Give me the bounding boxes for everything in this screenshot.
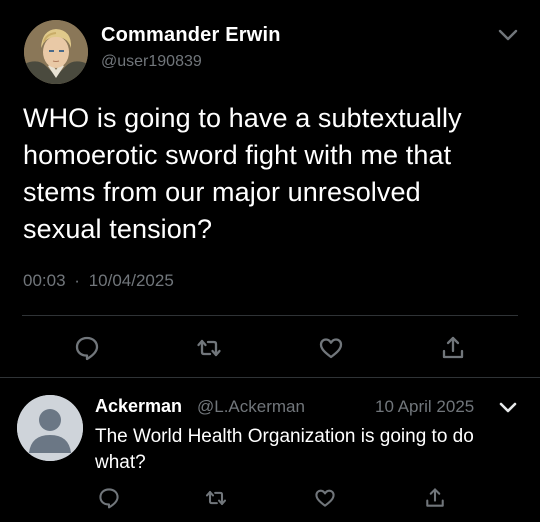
reply-display-name[interactable]: Ackerman [95, 396, 182, 417]
reply-icon[interactable] [73, 334, 101, 362]
tweet-meta: 00:03 · 10/04/2025 [23, 271, 174, 291]
retweet-icon[interactable] [204, 486, 228, 510]
chevron-down-icon[interactable] [497, 24, 519, 46]
divider [0, 377, 540, 378]
share-icon[interactable] [423, 486, 447, 510]
divider [22, 315, 518, 316]
chevron-down-icon[interactable] [498, 398, 518, 418]
reply-handle[interactable]: @L.Ackerman [197, 397, 305, 417]
tweet-time[interactable]: 00:03 [23, 271, 66, 290]
share-icon[interactable] [439, 334, 467, 362]
author-avatar[interactable] [24, 20, 88, 84]
like-icon[interactable] [317, 334, 345, 362]
meta-separator: · [74, 271, 80, 290]
author-handle[interactable]: @user190839 [101, 53, 202, 71]
reply-icon[interactable] [97, 486, 121, 510]
reply-date[interactable]: 10 April 2025 [375, 397, 474, 417]
retweet-icon[interactable] [195, 334, 223, 362]
tweet-date[interactable]: 10/04/2025 [89, 271, 174, 290]
reply-avatar[interactable] [17, 395, 83, 461]
like-icon[interactable] [313, 486, 337, 510]
tweet-text: WHO is going to have a subtextually homo… [23, 103, 462, 244]
reply-text: The World Health Organization is going t… [95, 426, 474, 473]
author-display-name[interactable]: Commander Erwin [101, 24, 281, 47]
